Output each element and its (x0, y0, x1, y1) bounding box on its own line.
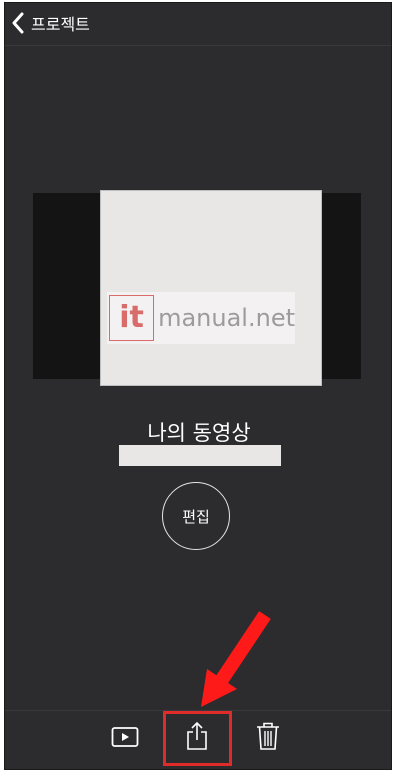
play-button[interactable] (111, 725, 139, 749)
play-icon (111, 727, 139, 747)
watermark-text: manual.net (158, 304, 295, 332)
back-label: 프로젝트 (31, 15, 90, 34)
edit-button[interactable]: 편집 (162, 482, 230, 550)
title-field (119, 445, 281, 466)
watermark-logo: it (109, 295, 155, 341)
watermark: it manual.net (107, 292, 295, 344)
project-title[interactable]: 나의 동영상 (5, 417, 391, 447)
video-thumbnail (100, 190, 322, 386)
trash-icon (257, 722, 279, 750)
back-button[interactable]: 프로젝트 (11, 11, 90, 35)
chevron-left-icon (12, 12, 24, 34)
phone-screen: 프로젝트 it manual.net 나의 동영상 편집 (4, 2, 392, 770)
navigation-bar: 프로젝트 (5, 3, 391, 46)
share-highlight-box (163, 711, 232, 766)
delete-button[interactable] (256, 721, 280, 751)
red-arrow-icon (201, 611, 271, 707)
